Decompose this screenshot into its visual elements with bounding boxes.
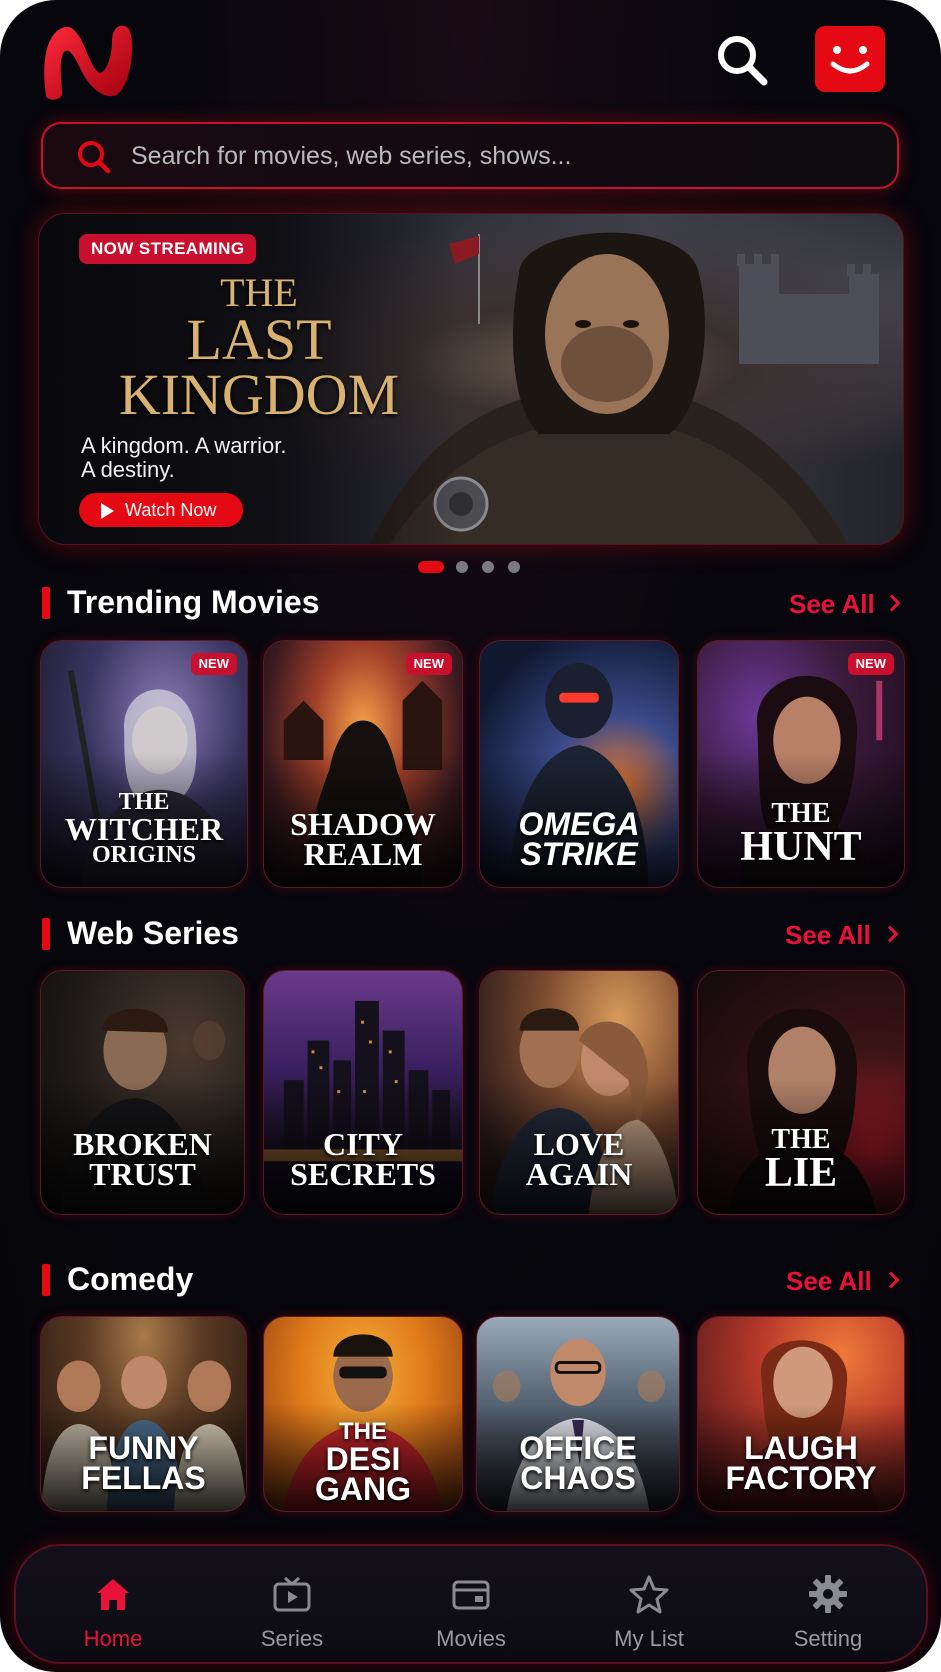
comedy-title: FUNNY FELLAS [81,1430,206,1497]
app-screen: NOW STREAMING THE LAST KINGDOM A kingdom… [0,0,941,1672]
series-title: CITY SECRETS [290,1126,436,1193]
hero-banner[interactable]: NOW STREAMING THE LAST KINGDOM A kingdom… [38,213,904,545]
hero-title: THE LAST KINGDOM [118,270,400,428]
search-bar[interactable] [41,122,899,189]
series-card-love-again[interactable]: LOVE AGAIN [479,970,679,1215]
section-title-trending: Trending Movies [67,584,320,620]
chevron-right-icon[interactable] [881,925,899,943]
carousel-dot-1[interactable] [418,561,444,573]
comedy-title: OFFICE CHAOS [519,1430,637,1497]
carousel-dot-4[interactable] [508,561,520,573]
see-all-web-series[interactable]: See All [785,920,871,951]
search-input[interactable] [131,136,871,176]
nav-series[interactable]: Series [222,1546,362,1666]
comedy-title: THE DESI GANG [315,1418,411,1508]
nav-setting[interactable]: Setting [758,1546,898,1666]
new-badge: NEW [847,653,894,675]
chevron-right-icon[interactable] [882,1271,900,1289]
chevron-right-icon[interactable] [883,594,901,612]
comedy-card-office-chaos[interactable]: OFFICE CHAOS [476,1316,680,1512]
movie-title: SHADOW REALM [290,806,436,873]
new-badge: NEW [190,653,237,675]
series-title: BROKEN TRUST [73,1126,212,1193]
bottom-navigation: Home Series Movies My List Setting [14,1544,928,1664]
profile-avatar[interactable] [815,26,885,92]
see-all-comedy[interactable]: See All [786,1266,872,1297]
movie-card-witcher[interactable]: NEW THE WITCHER ORIGINS [40,640,248,888]
smiley-avatar-icon [830,46,870,74]
movie-card-omega-strike[interactable]: OMEGA STRIKE [479,640,679,888]
series-card-city-secrets[interactable]: CITY SECRETS [263,970,463,1215]
star-icon [629,1575,669,1614]
nav-my-list[interactable]: My List [579,1546,719,1666]
series-card-the-lie[interactable]: THE LIE [697,970,905,1215]
n-logo-icon[interactable] [40,18,136,102]
search-icon[interactable] [712,30,772,90]
gear-icon [809,1575,847,1613]
nav-home[interactable]: Home [43,1546,183,1666]
watch-now-button[interactable]: Watch Now [79,493,243,527]
movie-title: OMEGA STRIKE [518,806,640,873]
section-accent-bar [42,918,50,950]
now-streaming-badge: NOW STREAMING [79,234,257,264]
movie-card-shadow-realm[interactable]: NEW SHADOW REALM [263,640,463,888]
play-icon [101,503,114,519]
carousel-dot-2[interactable] [456,561,468,573]
comedy-title: LAUGH FACTORY [725,1430,877,1497]
hero-tagline: A kingdom. A warrior. A destiny. [81,433,287,482]
series-title: LOVE AGAIN [525,1126,633,1193]
see-all-trending[interactable]: See All [789,589,875,620]
section-accent-bar [42,587,50,619]
section-title-web-series: Web Series [67,915,239,951]
home-icon [97,1579,129,1610]
new-badge: NEW [405,653,452,675]
series-title: THE LIE [764,1124,838,1196]
movie-title: THE HUNT [740,798,862,870]
nav-movies[interactable]: Movies [401,1546,541,1666]
tv-icon [273,1576,311,1612]
comedy-card-desi-gang[interactable]: THE DESI GANG [263,1316,463,1512]
series-card-broken-trust[interactable]: BROKEN TRUST [40,970,245,1215]
comedy-card-laugh-factory[interactable]: LAUGH FACTORY [697,1316,905,1512]
search-icon [78,141,111,174]
comedy-card-funny-fellas[interactable]: FUNNY FELLAS [40,1316,247,1512]
movie-card-the-hunt[interactable]: NEW THE HUNT [697,640,905,888]
section-title-comedy: Comedy [67,1261,194,1297]
film-ticket-icon [452,1580,490,1610]
section-accent-bar [42,1264,50,1296]
carousel-dot-3[interactable] [482,561,494,573]
movie-title: THE WITCHER ORIGINS [64,789,224,869]
